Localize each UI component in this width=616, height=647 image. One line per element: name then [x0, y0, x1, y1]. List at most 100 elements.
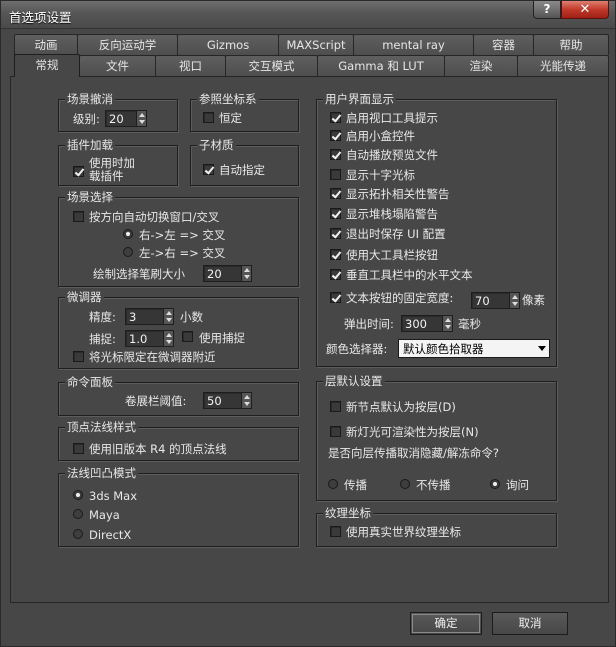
- auto-switch-checkbox[interactable]: [73, 211, 84, 222]
- auto-assign-checkbox[interactable]: [203, 164, 214, 175]
- tab-general[interactable]: 常规: [14, 54, 80, 77]
- stack-collapse-warning-label: 显示堆栈塌陷警告: [346, 207, 438, 221]
- crosshair-cursor-checkbox[interactable]: [330, 169, 341, 180]
- spinner-arrows-icon[interactable]: [241, 393, 251, 408]
- stack-collapse-warning-checkbox[interactable]: [330, 208, 341, 219]
- flyout-time-label: 弹出时间:: [344, 317, 394, 331]
- wrap-cursor-checkbox[interactable]: [73, 351, 84, 362]
- tab-inverse-kinematics[interactable]: 反向运动学: [77, 34, 178, 55]
- auto-switch-label: 按方向自动切换窗口/交叉: [89, 210, 220, 224]
- use-snap-label: 使用捕捉: [199, 331, 245, 345]
- command-panel-title: 命令面板: [65, 375, 115, 389]
- viewport-tooltips-label: 启用视口工具提示: [346, 111, 438, 125]
- tab-gizmos[interactable]: Gizmos: [177, 34, 279, 55]
- save-ui-on-exit-checkbox[interactable]: [330, 228, 341, 239]
- precision-value: 3: [129, 310, 137, 324]
- save-ui-on-exit-label: 退出时保存 UI 配置: [346, 227, 446, 241]
- cancel-button[interactable]: 取消: [492, 612, 568, 635]
- spinner-arrows-icon[interactable]: [509, 293, 519, 308]
- ref-coords-title: 参照坐标系: [197, 92, 259, 106]
- ask-radio[interactable]: [490, 479, 500, 489]
- topology-warning-label: 显示拓扑相关性警告: [346, 187, 450, 201]
- tab-mental-ray[interactable]: mental ray: [353, 34, 474, 55]
- ui-display-title: 用户界面显示: [323, 92, 396, 106]
- help-button[interactable]: ?: [533, 1, 561, 19]
- wrap-cursor-label: 将光标限定在微调器附近: [89, 350, 216, 364]
- autoplay-preview-checkbox[interactable]: [330, 149, 341, 160]
- spinner-arrows-icon[interactable]: [163, 331, 173, 346]
- tab-maxscript[interactable]: MAXScript: [278, 34, 354, 55]
- legacy-r4-checkbox[interactable]: [73, 443, 84, 454]
- tab-gamma-lut[interactable]: Gamma 和 LUT: [317, 55, 445, 76]
- tab-viewports[interactable]: 视口: [155, 55, 226, 76]
- topology-warning-checkbox[interactable]: [330, 188, 341, 199]
- precision-spinner[interactable]: 3: [125, 308, 174, 325]
- ok-button[interactable]: 确定: [410, 612, 482, 635]
- fixed-width-checkbox[interactable]: [330, 292, 341, 303]
- tab-interaction-mode[interactable]: 交互模式: [225, 55, 318, 76]
- rtl-crossing-radio[interactable]: [123, 229, 133, 239]
- bump-maya-label: Maya: [89, 508, 120, 522]
- horizontal-text-label: 垂直工具栏中的水平文本: [346, 268, 473, 282]
- bump-directx-radio[interactable]: [73, 529, 83, 539]
- bump-maya-radio[interactable]: [73, 509, 83, 519]
- tab-radiosity[interactable]: 光能传递: [517, 55, 609, 76]
- use-snap-checkbox[interactable]: [182, 331, 193, 342]
- flyout-time-unit: 毫秒: [458, 317, 481, 331]
- normal-bump-title: 法线凹凸模式: [65, 466, 138, 480]
- bump-3dsmax-radio[interactable]: [73, 490, 83, 500]
- propagate-radio[interactable]: [328, 479, 338, 489]
- crosshair-cursor-label: 显示十字光标: [346, 168, 415, 182]
- preferences-dialog: 首选项设置 ? ✕ 动画 反向运动学 Gizmos MAXScript ment…: [0, 0, 616, 647]
- undo-level-spinner[interactable]: 20: [105, 110, 147, 127]
- snap-spinner[interactable]: 1.0: [125, 330, 174, 347]
- color-picker-dropdown[interactable]: 默认颜色拾取器: [398, 339, 550, 358]
- load-on-use-label-line1: 使用时加: [89, 156, 135, 170]
- large-toolbar-buttons-label: 使用大工具栏按钮: [346, 248, 438, 262]
- tab-containers[interactable]: 容器: [473, 34, 534, 55]
- auto-assign-label: 自动指定: [219, 163, 265, 177]
- propagate-label: 传播: [344, 478, 367, 492]
- load-on-use-checkbox[interactable]: [73, 166, 84, 177]
- tab-files[interactable]: 文件: [79, 55, 156, 76]
- rtl-crossing-label: 右->左 => 交叉: [139, 228, 226, 242]
- legacy-r4-label: 使用旧版本 R4 的顶点法线: [89, 442, 227, 456]
- fixed-width-spinner[interactable]: 70: [471, 292, 520, 309]
- spinner-arrows-icon[interactable]: [241, 266, 251, 281]
- gizmo-checkbox[interactable]: [330, 130, 341, 141]
- decimals-label: 小数: [180, 310, 203, 324]
- horizontal-text-checkbox[interactable]: [330, 269, 341, 280]
- snap-label: 捕捉:: [89, 332, 116, 346]
- undo-level-label: 级别:: [73, 112, 100, 126]
- new-nodes-by-layer-checkbox[interactable]: [330, 401, 341, 412]
- color-picker-value: 默认颜色拾取器: [403, 342, 484, 356]
- precision-label: 精度:: [89, 310, 116, 324]
- gizmo-label: 启用小盒控件: [346, 129, 415, 143]
- tab-animation[interactable]: 动画: [14, 34, 78, 55]
- flyout-time-spinner[interactable]: 300: [401, 315, 453, 332]
- ltr-crossing-label: 左->右 => 交叉: [139, 246, 226, 260]
- spinner-arrows-icon[interactable]: [136, 111, 146, 126]
- real-world-coords-checkbox[interactable]: [330, 526, 341, 537]
- spinner-arrows-icon[interactable]: [163, 309, 173, 324]
- bump-3dsmax-label: 3ds Max: [89, 489, 138, 503]
- tab-rendering[interactable]: 渲染: [444, 55, 518, 76]
- constant-checkbox[interactable]: [203, 112, 214, 123]
- spinner-arrows-icon[interactable]: [442, 316, 452, 331]
- scene-selection-title: 场景选择: [65, 190, 115, 204]
- close-button[interactable]: ✕: [561, 1, 609, 19]
- title-bar[interactable]: 首选项设置 ? ✕: [1, 1, 615, 29]
- viewport-tooltips-checkbox[interactable]: [330, 112, 341, 123]
- fixed-width-label: 文本按钮的固定宽度:: [346, 291, 454, 305]
- large-toolbar-buttons-checkbox[interactable]: [330, 249, 341, 260]
- dont-propagate-radio[interactable]: [400, 479, 410, 489]
- rollout-threshold-value: 50: [207, 394, 222, 408]
- undo-level-value: 20: [109, 112, 124, 126]
- ltr-crossing-radio[interactable]: [123, 247, 133, 257]
- rollout-threshold-spinner[interactable]: 50: [203, 392, 252, 409]
- new-lights-by-layer-checkbox[interactable]: [330, 426, 341, 437]
- sub-materials-title: 子材质: [197, 138, 236, 152]
- brush-size-spinner[interactable]: 20: [203, 265, 252, 282]
- color-picker-label: 颜色选择器:: [326, 342, 388, 356]
- tab-help[interactable]: 帮助: [533, 34, 609, 55]
